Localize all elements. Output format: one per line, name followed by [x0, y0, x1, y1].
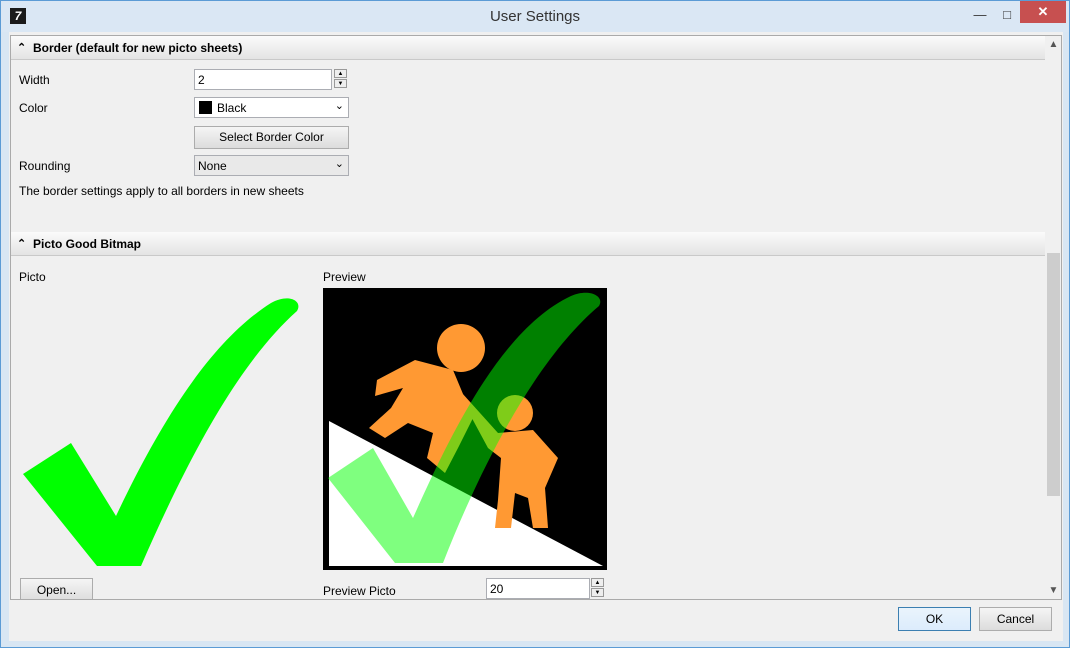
color-swatch	[199, 101, 212, 114]
picto-section-title: Picto Good Bitmap	[33, 237, 141, 251]
maximize-button[interactable]: □	[994, 5, 1020, 25]
select-border-color-button[interactable]: Select Border Color	[194, 126, 349, 149]
picto-preview-image	[323, 288, 607, 570]
step-down-icon[interactable]: ▼	[334, 79, 347, 88]
width-stepper[interactable]: ▲ ▼	[334, 69, 348, 90]
ok-button[interactable]: OK	[898, 607, 971, 631]
rounding-value: None	[198, 159, 227, 173]
preview-picto-stepper[interactable]: ▲ ▼	[591, 578, 605, 599]
width-label: Width	[19, 73, 50, 87]
dialog-client-area: ⌃ Border (default for new picto sheets) …	[9, 32, 1063, 641]
preview-picto-spinbox[interactable]: 20	[486, 578, 590, 599]
collapse-icon[interactable]: ⌃	[17, 36, 26, 60]
color-dropdown[interactable]: Black ⌄	[194, 97, 349, 118]
settings-scroll-area: ⌃ Border (default for new picto sheets) …	[10, 35, 1062, 600]
preview-picto-label: Preview Picto	[323, 584, 396, 598]
color-label: Color	[19, 101, 48, 115]
dialog-button-bar: OK Cancel	[9, 600, 1063, 641]
scroll-down-icon[interactable]: ▼	[1045, 582, 1061, 599]
scroll-up-icon[interactable]: ▲	[1045, 36, 1061, 53]
picto-section-header[interactable]: ⌃ Picto Good Bitmap	[11, 232, 1045, 256]
step-down-icon[interactable]: ▼	[591, 588, 604, 597]
picto-checkmark-image	[23, 298, 299, 566]
border-note: The border settings apply to all borders…	[19, 184, 304, 198]
color-value: Black	[217, 101, 247, 115]
chevron-down-icon: ⌄	[334, 158, 344, 170]
close-button[interactable]: ✕	[1020, 1, 1066, 23]
preview-label: Preview	[323, 270, 366, 284]
open-picto-button[interactable]: Open...	[20, 578, 93, 599]
width-value: 2	[198, 73, 205, 87]
rounding-label: Rounding	[19, 159, 71, 173]
border-section-header[interactable]: ⌃ Border (default for new picto sheets)	[11, 36, 1045, 60]
picto-label: Picto	[19, 270, 46, 284]
step-up-icon[interactable]: ▲	[591, 578, 604, 587]
scrollbar-thumb[interactable]	[1047, 253, 1060, 496]
collapse-icon[interactable]: ⌃	[17, 232, 26, 256]
rounding-dropdown[interactable]: None ⌄	[194, 155, 349, 176]
chevron-down-icon: ⌄	[334, 100, 344, 112]
window-title: User Settings	[489, 8, 581, 25]
cancel-button[interactable]: Cancel	[979, 607, 1052, 631]
title-bar[interactable]: 7 User Settings — □ ✕	[1, 1, 1069, 32]
minimize-button[interactable]: —	[966, 5, 994, 25]
border-section-title: Border (default for new picto sheets)	[33, 41, 243, 55]
step-up-icon[interactable]: ▲	[334, 69, 347, 78]
vertical-scrollbar[interactable]: ▲ ▼	[1045, 36, 1061, 599]
preview-picto-value: 20	[490, 582, 504, 596]
user-settings-window: 7 User Settings — □ ✕ ⌃ Border (default …	[0, 0, 1070, 648]
width-spinbox[interactable]: 2	[194, 69, 332, 90]
